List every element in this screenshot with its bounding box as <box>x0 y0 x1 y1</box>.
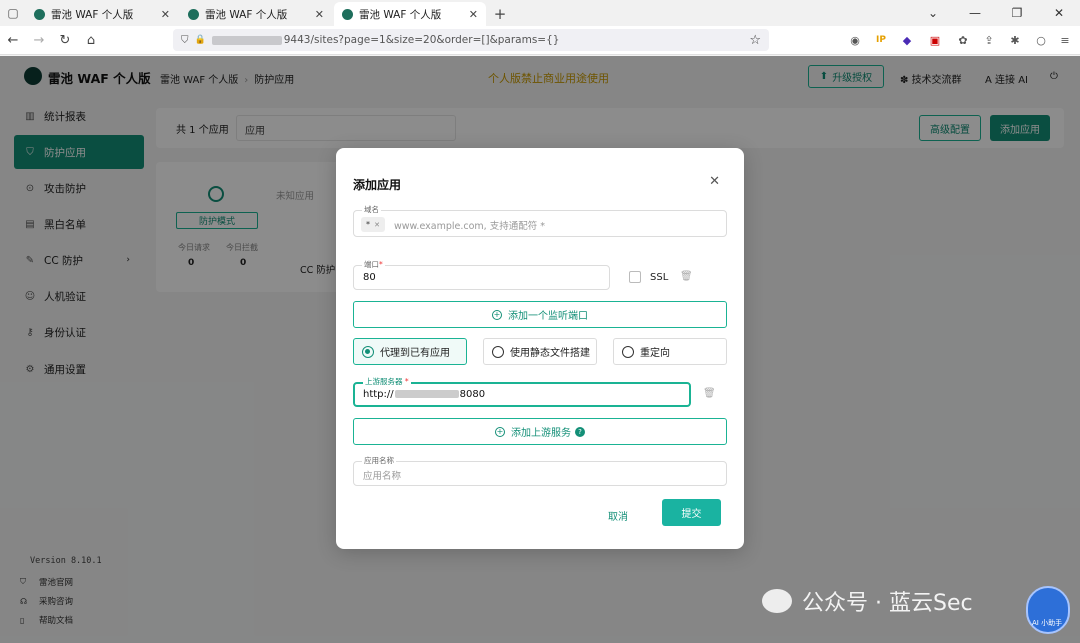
port-value: 80 <box>363 272 376 283</box>
window-close-icon[interactable]: ✕ <box>1038 6 1080 20</box>
watermark-text: 公众号 · 蓝云Sec <box>802 591 973 616</box>
dialog-title: 添加应用 <box>353 178 402 192</box>
add-port-label: 添加一个监听端口 <box>508 311 588 322</box>
browser-tab-3[interactable]: 雷池 WAF 个人版 ✕ <box>334 2 486 26</box>
tab-close-icon[interactable]: ✕ <box>315 8 324 21</box>
plus-circle-icon: + <box>492 309 502 320</box>
radio-selected <box>362 345 374 358</box>
ai-assistant-button[interactable]: AI 小助手 <box>1026 586 1070 634</box>
mode-option-redirect[interactable]: 重定向 <box>613 338 727 365</box>
domain-placeholder: www.example.com, 支持通配符 * <box>394 221 545 232</box>
chip-remove-icon[interactable]: ✕ <box>374 221 380 229</box>
plus-circle-icon: + <box>495 426 505 437</box>
add-port-button[interactable]: + 添加一个监听端口 <box>353 301 727 328</box>
upstream-field[interactable]: 上游服务器 * http://8080 <box>353 376 691 407</box>
domain-field[interactable]: 域名 * ✕ www.example.com, 支持通配符 * <box>353 204 727 237</box>
browser-tabbar: ▢ 雷池 WAF 个人版 ✕ 雷池 WAF 个人版 ✕ 雷池 WAF 个人版 ✕… <box>0 0 1080 26</box>
upstream-label: 上游服务器 * <box>363 376 411 387</box>
radio-unselected <box>492 345 504 358</box>
submit-button[interactable]: 提交 <box>662 499 721 526</box>
home-icon[interactable]: ⌂ <box>78 33 104 48</box>
tab-close-icon[interactable]: ✕ <box>469 8 478 21</box>
menu-icon[interactable]: ≡ <box>1056 31 1074 49</box>
ssl-checkbox[interactable] <box>629 271 641 283</box>
account-icon[interactable]: ◉ <box>846 31 864 49</box>
puzzle-icon[interactable]: ✱ <box>1006 31 1024 49</box>
app-name-placeholder: 应用名称 <box>363 471 402 482</box>
browser-tab-1[interactable]: 雷池 WAF 个人版 ✕ <box>26 2 178 26</box>
new-tab-icon[interactable]: + <box>488 2 512 26</box>
browser-tab-2[interactable]: 雷池 WAF 个人版 ✕ <box>180 2 332 26</box>
domain-chip-text: * <box>366 220 371 229</box>
add-upstream-label: 添加上游服务 <box>511 428 571 439</box>
forward-icon[interactable]: → <box>26 33 52 48</box>
reload-icon[interactable]: ↻ <box>52 33 78 48</box>
mode-label: 代理到已有应用 <box>380 348 450 359</box>
shield-icon: ⛉ <box>181 34 189 46</box>
tab-title: 雷池 WAF 个人版 <box>205 8 288 21</box>
mode-option-static[interactable]: 使用静态文件搭建 <box>483 338 597 365</box>
ai-badge-label: AI 小助手 <box>1032 619 1063 627</box>
mode-label: 重定向 <box>640 348 670 359</box>
upstream-value: http://8080 <box>363 389 486 400</box>
add-app-dialog: 添加应用 ✕ 域名 * ✕ www.example.com, 支持通配符 * 端口… <box>336 148 744 549</box>
url-input[interactable]: ⛉ 🔒 9443/sites?page=1&size=20&order=[]&p… <box>173 29 769 51</box>
trash-icon[interactable]: 🗑 <box>703 388 716 399</box>
extension-icon[interactable]: ◆ <box>898 31 916 49</box>
profile-icon[interactable]: ○ <box>1032 31 1050 49</box>
restore-icon[interactable]: ❐ <box>996 6 1038 20</box>
tab-list-icon[interactable]: ▢ <box>0 0 26 26</box>
port-label: 端口* <box>362 259 385 270</box>
add-upstream-button[interactable]: + 添加上游服务? <box>353 418 727 445</box>
tab-favicon <box>188 8 199 20</box>
domain-label: 域名 <box>362 204 381 215</box>
window-controls: ⌄ — ❐ ✕ <box>912 0 1080 26</box>
help-icon[interactable]: ? <box>575 426 585 437</box>
mode-option-proxy[interactable]: 代理到已有应用 <box>353 338 467 365</box>
ssl-label: SSL <box>650 272 669 283</box>
lock-icon: 🔒 <box>194 35 206 45</box>
url-text: 9443/sites?page=1&size=20&order=[]&param… <box>283 34 560 46</box>
tab-title: 雷池 WAF 个人版 <box>51 8 134 21</box>
share-icon[interactable]: ⇪ <box>980 31 998 49</box>
redacted-host <box>211 35 282 45</box>
radio-unselected <box>622 345 634 358</box>
domain-chip[interactable]: * ✕ <box>361 217 385 232</box>
ip-extension-icon[interactable]: IP <box>872 31 890 49</box>
tab-favicon <box>342 8 353 20</box>
minimize-icon[interactable]: — <box>954 6 996 20</box>
tab-close-icon[interactable]: ✕ <box>161 8 170 21</box>
address-bar: ← → ↻ ⌂ ⛉ 🔒 9443/sites?page=1&size=20&or… <box>0 26 1080 55</box>
port-field[interactable]: 端口* 80 <box>353 259 610 290</box>
back-icon[interactable]: ← <box>0 33 26 48</box>
app-name-field[interactable]: 应用名称 应用名称 <box>353 455 727 486</box>
wechat-icon <box>762 589 792 613</box>
cookie-icon[interactable]: ✿ <box>954 31 972 49</box>
mode-label: 使用静态文件搭建 <box>510 348 590 359</box>
trash-icon[interactable]: 🗑 <box>680 271 693 282</box>
badge-extension-icon[interactable]: ▣ <box>926 31 944 49</box>
bookmark-star-icon[interactable]: ☆ <box>749 33 761 48</box>
tab-title: 雷池 WAF 个人版 <box>359 8 442 21</box>
app-name-label: 应用名称 <box>362 455 396 466</box>
tab-favicon <box>34 8 45 20</box>
tab-dropdown-icon[interactable]: ⌄ <box>912 6 954 20</box>
watermark: 公众号 · 蓝云Sec <box>762 585 973 617</box>
cancel-button[interactable]: 取消 <box>608 508 628 523</box>
close-icon[interactable]: ✕ <box>709 174 720 189</box>
